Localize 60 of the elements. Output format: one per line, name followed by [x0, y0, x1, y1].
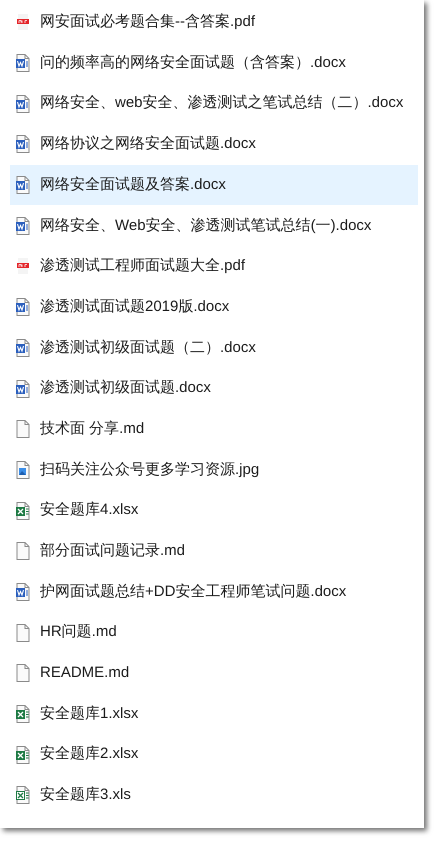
- file-row[interactable]: 问的频率高的网络安全面试题（含答案）.docx: [10, 42, 418, 84]
- file-name: 网安面试必考题合集--含答案.pdf: [40, 12, 256, 32]
- spreadsheet-icon: [16, 502, 30, 520]
- file-name: 安全题库4.xlsx: [40, 500, 138, 520]
- file-row[interactable]: 安全题库2.xlsx: [10, 734, 418, 776]
- word-document-icon: [16, 298, 30, 316]
- file-row[interactable]: 网络安全、web安全、渗透测试之笔试总结（二）.docx: [10, 83, 418, 124]
- file-row[interactable]: 渗透测试初级面试题（二）.docx: [10, 328, 418, 368]
- word-document-icon: [16, 135, 30, 154]
- word-document-icon: [16, 582, 30, 601]
- file-row[interactable]: 部分面试问题记录.md: [10, 530, 418, 572]
- word-document-icon: [16, 94, 30, 113]
- file-name: 部分面试问题记录.md: [40, 541, 186, 562]
- spreadsheet-icon: [16, 786, 30, 804]
- file-name: HR问题.md: [40, 622, 117, 642]
- word-document-icon: [16, 216, 30, 235]
- file-name: 安全题库3.xls: [40, 785, 131, 806]
- file-name: 渗透测试面试题2019版.docx: [40, 296, 230, 317]
- file-name: 网络安全、Web安全、渗透测试笔试总结(一).docx: [40, 216, 372, 236]
- file-row[interactable]: 网安面试必考题合集--含答案.pdf: [10, 2, 418, 43]
- spreadsheet-icon: [16, 705, 30, 724]
- file-name: 渗透测试初级面试题.docx: [40, 378, 211, 398]
- word-document-icon: [16, 380, 30, 398]
- word-document-icon: [16, 338, 30, 357]
- file-row[interactable]: 网络安全、Web安全、渗透测试笔试总结(一).docx: [10, 205, 418, 246]
- file-row[interactable]: 扫码关注公众号更多学习资源.jpg: [10, 450, 418, 490]
- image-file-icon: [16, 460, 30, 479]
- document-icon: [16, 542, 30, 560]
- file-row[interactable]: 技术面 分享.md: [10, 408, 418, 450]
- file-row[interactable]: HR问题.md: [10, 612, 418, 653]
- pdf-icon: [16, 13, 30, 32]
- file-row[interactable]: 渗透测试初级面试题.docx: [10, 368, 418, 409]
- file-name: 安全题库1.xlsx: [40, 704, 138, 724]
- file-row[interactable]: 安全题库1.xlsx: [10, 694, 418, 734]
- file-name: 技术面 分享.md: [40, 418, 144, 439]
- file-row[interactable]: 安全题库3.xls: [10, 775, 418, 816]
- document-icon: [16, 664, 30, 682]
- file-name: 护网面试题总结+DD安全工程师笔试问题.docx: [40, 582, 346, 602]
- file-row[interactable]: README.md: [10, 653, 418, 694]
- document-icon: [16, 420, 30, 438]
- file-row[interactable]: 网络安全面试题及答案.docx: [10, 164, 418, 206]
- file-row[interactable]: 网络协议之网络安全面试题.docx: [10, 124, 418, 165]
- pdf-icon: [16, 257, 30, 276]
- file-name: 渗透测试初级面试题（二）.docx: [40, 338, 256, 358]
- word-document-icon: [16, 176, 30, 194]
- document-icon: [16, 624, 30, 642]
- file-name: 网络协议之网络安全面试题.docx: [40, 134, 256, 154]
- file-row[interactable]: 渗透测试工程师面试题大全.pdf: [10, 246, 418, 287]
- file-name: 扫码关注公众号更多学习资源.jpg: [40, 460, 260, 480]
- spreadsheet-icon: [16, 746, 30, 764]
- file-name: 安全题库2.xlsx: [40, 744, 138, 764]
- file-name: 网络安全面试题及答案.docx: [40, 174, 226, 195]
- word-document-icon: [16, 54, 30, 72]
- file-name: 网络安全、web安全、渗透测试之笔试总结（二）.docx: [40, 93, 404, 114]
- file-row[interactable]: 护网面试题总结+DD安全工程师笔试问题.docx: [10, 572, 418, 612]
- file-name: 渗透测试工程师面试题大全.pdf: [40, 256, 246, 276]
- file-name: README.md: [40, 663, 130, 684]
- file-name: 问的频率高的网络安全面试题（含答案）.docx: [40, 52, 346, 73]
- file-row[interactable]: 渗透测试面试题2019版.docx: [10, 286, 418, 328]
- file-row[interactable]: 安全题库4.xlsx: [10, 490, 418, 531]
